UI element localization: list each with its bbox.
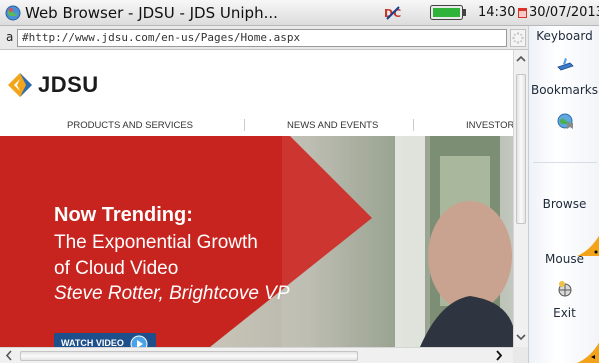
hero-byline: Steve Rotter, Brightcove VP <box>54 283 290 304</box>
keyboard-icon[interactable] <box>555 54 575 72</box>
vertical-scrollbar[interactable] <box>513 50 528 347</box>
dc-power-icon: DC <box>384 6 401 20</box>
address-bar: a #http://www.jdsu.com/en-us/Pages/Home.… <box>0 26 528 50</box>
nav-news-and-events[interactable]: NEWS AND EVENTS <box>287 120 378 131</box>
watch-video-button[interactable]: WATCH VIDEO <box>54 333 156 347</box>
url-input[interactable]: #http://www.jdsu.com/en-us/Pages/Home.as… <box>17 29 507 47</box>
refresh-button[interactable] <box>510 29 526 47</box>
site-nav: PRODUCTS AND SERVICES NEWS AND EVENTS IN… <box>0 117 513 133</box>
mouse-icon[interactable] <box>555 280 575 298</box>
nav-products-and-services[interactable]: PRODUCTS AND SERVICES <box>67 120 193 131</box>
vertical-scroll-thumb[interactable] <box>516 74 526 224</box>
keyboard-button[interactable]: Keyboard <box>529 29 599 43</box>
mouse-button[interactable]: Mouse <box>529 252 599 266</box>
panel-divider <box>533 162 597 163</box>
scroll-up-icon[interactable] <box>516 54 526 64</box>
date: 30/07/2013 <box>529 5 599 20</box>
scroll-left-icon[interactable] <box>4 350 14 361</box>
calendar-icon <box>518 8 527 18</box>
bookmark-globe-icon[interactable] <box>555 112 575 130</box>
nav-investor[interactable]: INVESTOR <box>466 120 513 131</box>
hero-banner[interactable]: Now Trending: The Exponential Growth of … <box>0 136 513 347</box>
browse-button[interactable]: Browse <box>529 197 599 211</box>
page-fold-icon <box>577 342 599 363</box>
play-icon <box>130 335 148 347</box>
hero-line-1: The Exponential Growth <box>54 232 258 253</box>
side-panel: Keyboard Bookmarks Browse Mouse Exit <box>528 26 599 363</box>
exit-button[interactable]: Exit <box>529 306 599 320</box>
bookmarks-button[interactable]: Bookmarks <box>529 83 599 97</box>
web-content[interactable]: JDSU PRODUCTS AND SERVICES NEWS AND EVEN… <box>0 50 513 347</box>
nav-divider <box>413 119 414 131</box>
jdsu-logo-mark-icon <box>8 73 32 97</box>
nav-divider <box>244 119 245 131</box>
scroll-right-icon[interactable] <box>494 350 504 361</box>
hero-line-2: of Cloud Video <box>54 258 179 279</box>
loading-icon <box>512 32 524 44</box>
globe-icon <box>5 5 21 21</box>
battery-icon <box>430 5 466 20</box>
window-title: Web Browser - JDSU - JDS Uniph... <box>25 4 278 22</box>
horizontal-scrollbar[interactable] <box>0 347 513 363</box>
clock: 14:30 <box>478 5 516 20</box>
logo-text: JDSU <box>38 72 99 97</box>
address-prefix: a <box>6 30 14 44</box>
hero-heading: Now Trending: <box>54 204 193 226</box>
title-bar: Web Browser - JDSU - JDS Uniph... DC 14:… <box>0 0 599 26</box>
scroll-down-icon[interactable] <box>516 332 526 342</box>
watch-video-label: WATCH VIDEO <box>61 338 124 347</box>
horizontal-scroll-thumb[interactable] <box>20 351 358 361</box>
scrollbar-corner <box>513 347 528 363</box>
